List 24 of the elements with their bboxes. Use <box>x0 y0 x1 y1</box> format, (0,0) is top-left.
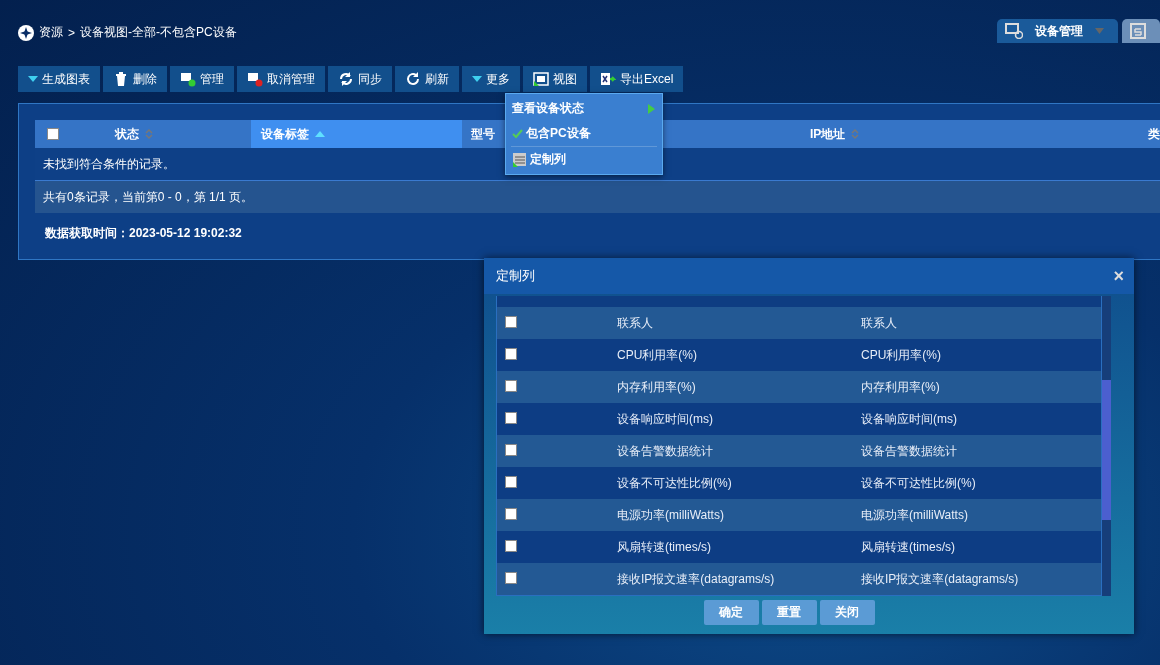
column-name: 风扇转速(times/s) <box>617 538 712 556</box>
column-title: 联系人 <box>861 314 898 332</box>
column-title: 设备不可达性比例(%) <box>861 474 977 492</box>
column-name: 设备不可达性比例(%) <box>617 474 733 492</box>
column-name: CPU利用率(%) <box>617 346 698 364</box>
column-name: 联系人 <box>617 314 654 332</box>
column-name: 设备响应时间(ms) <box>617 410 714 428</box>
column-name: 接收IP报文速率(datagrams/s) <box>617 570 776 588</box>
column-title: 接收IP报文速率(datagrams/s) <box>861 570 1020 588</box>
pager-text: 共有0条记录，当前第0 - 0，第 1/1 页。 <box>43 188 254 206</box>
column-name: 设备告警数据统计 <box>617 442 714 460</box>
column-title: 设备告警数据统计 <box>861 442 958 460</box>
column-name: 内存利用率(%) <box>617 378 697 396</box>
breadcrumb-separator: > <box>68 25 75 40</box>
column-title: CPU利用率(%) <box>861 346 942 364</box>
column-title: 设备响应时间(ms) <box>861 410 958 428</box>
column-title: 内存利用率(%) <box>861 378 941 396</box>
column-title: 风扇转速(times/s) <box>861 538 956 556</box>
column-title: 电源功率(milliWatts) <box>861 506 969 524</box>
dialog-title: 定制列 <box>496 267 535 285</box>
empty-message: 未找到符合条件的记录。 <box>43 155 175 173</box>
column-name: 电源功率(milliWatts) <box>617 506 725 524</box>
fetch-time: 数据获取时间：2023-05-12 19:02:32 <box>44 225 243 242</box>
breadcrumb-current: 设备视图-全部-不包含PC设备 <box>80 24 237 41</box>
